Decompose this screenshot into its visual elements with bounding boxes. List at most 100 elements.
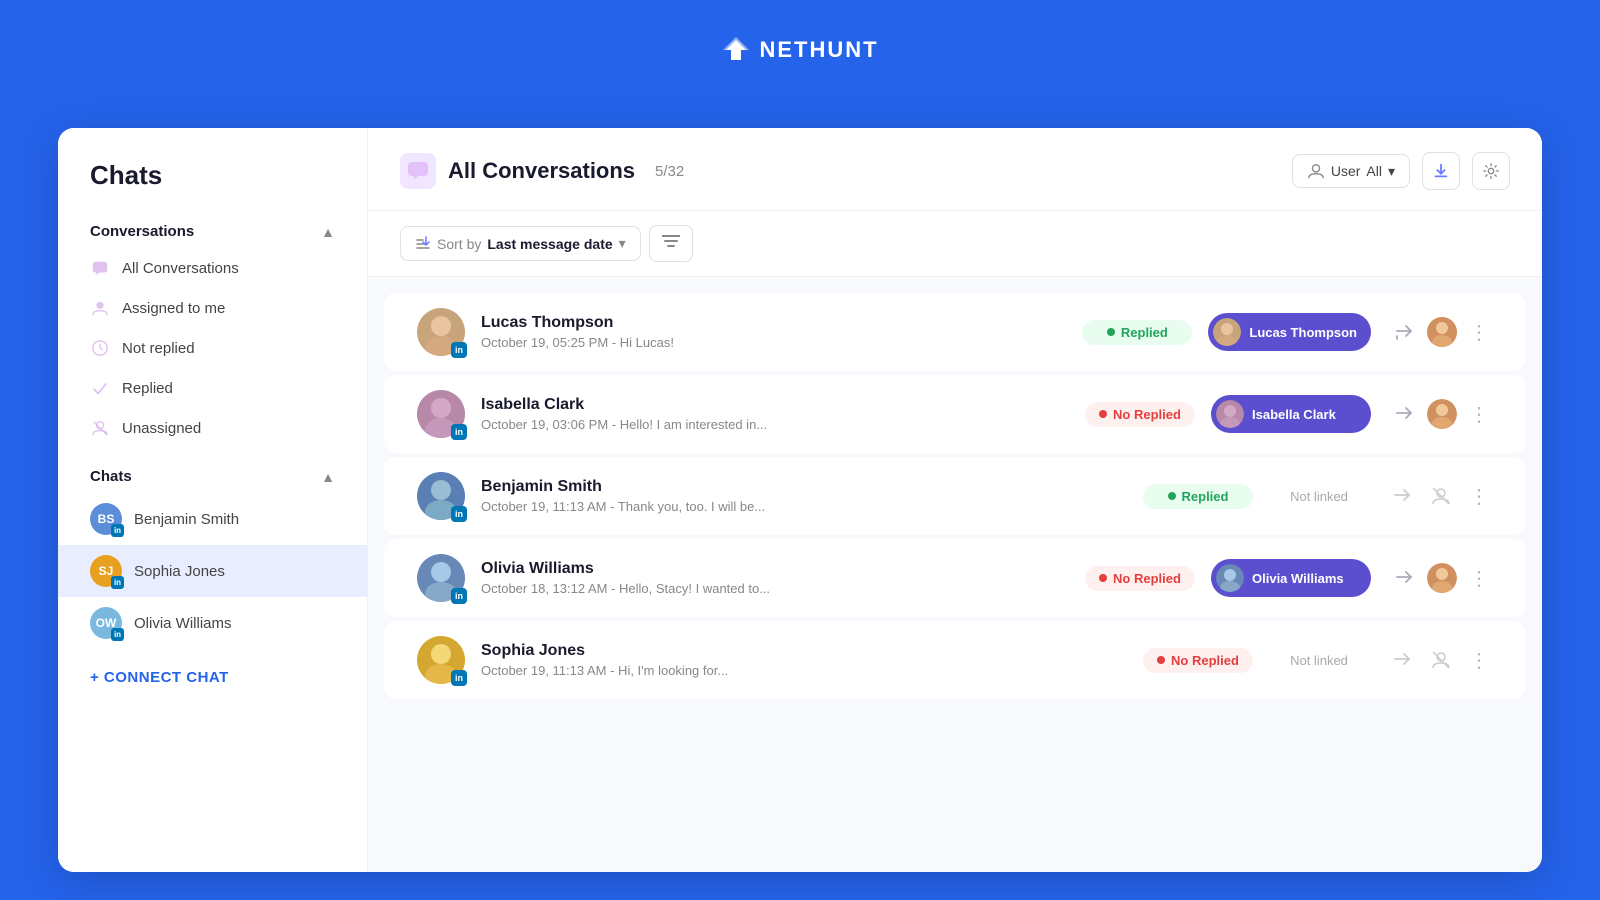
isabella-clark-preview: October 19, 03:06 PM - Hello! I am inter… [481, 417, 1069, 432]
more-options-icon[interactable]: ⋮ [1465, 402, 1493, 427]
page-title: All Conversations [448, 158, 635, 184]
more-options-icon[interactable]: ⋮ [1465, 320, 1493, 345]
conversation-row-isabella-clark[interactable]: in Isabella Clark October 19, 03:06 PM -… [384, 375, 1526, 453]
sidebar-item-not-replied[interactable]: Not replied [58, 328, 367, 368]
sophia-jones-label: Sophia Jones [134, 563, 225, 580]
main-content: All Conversations 5/32 User All ▾ [368, 128, 1542, 872]
status-label: Replied [1121, 325, 1168, 340]
olivia-assigned-badge: Olivia Williams [1211, 559, 1371, 597]
isabella-status-badge: No Replied [1085, 402, 1195, 427]
forward-icon[interactable] [1387, 398, 1419, 430]
sophia-jones-info: Sophia Jones October 19, 11:13 AM - Hi, … [481, 642, 1127, 678]
sidebar-item-olivia-williams[interactable]: OW in Olivia Williams [58, 597, 367, 649]
logo-icon [721, 35, 751, 65]
linkedin-badge: in [451, 342, 467, 358]
olivia-williams-name: Olivia Williams [481, 560, 1069, 578]
forward-icon[interactable] [1387, 562, 1419, 594]
filter-button[interactable] [649, 225, 693, 262]
status-label: No Replied [1113, 407, 1181, 422]
download-button[interactable] [1422, 152, 1460, 190]
chats-chevron-icon: ▲ [321, 469, 335, 485]
status-dot [1107, 328, 1115, 336]
conversation-row-benjamin-smith[interactable]: in Benjamin Smith October 19, 11:13 AM -… [384, 457, 1526, 535]
user-filter-value: All [1366, 163, 1382, 179]
conversations-icon [400, 153, 436, 189]
sidebar-item-assigned-to-me[interactable]: Assigned to me [58, 288, 367, 328]
linkedin-badge: in [111, 628, 124, 641]
olivia-status-badge: No Replied [1085, 566, 1195, 591]
chats-section-label: Chats [90, 468, 132, 485]
more-options-icon[interactable]: ⋮ [1465, 484, 1493, 509]
user-filter[interactable]: User All ▾ [1292, 154, 1410, 188]
sidebar-item-replied[interactable]: Replied [58, 368, 367, 408]
conversation-row-olivia-williams[interactable]: in Olivia Williams October 18, 13:12 AM … [384, 539, 1526, 617]
sophia-jones-avatar: in [417, 636, 465, 684]
user-filter-label: User [1331, 163, 1361, 179]
user-filter-chevron-icon: ▾ [1388, 163, 1395, 180]
isabella-assigned-badge: Isabella Clark [1211, 395, 1371, 433]
settings-button[interactable] [1472, 152, 1510, 190]
connect-chat-button[interactable]: + CONNECT CHAT [58, 657, 367, 698]
more-options-icon[interactable]: ⋮ [1465, 566, 1493, 591]
isabella-clark-name: Isabella Clark [481, 396, 1069, 414]
person-icon [90, 298, 110, 318]
assigned-to-me-label: Assigned to me [122, 300, 225, 317]
benjamin-smith-avatar: BS in [90, 503, 122, 535]
no-user-icon [1425, 480, 1457, 512]
header-right: User All ▾ [1292, 152, 1510, 190]
sophia-jones-preview: October 19, 11:13 AM - Hi, I'm looking f… [481, 663, 1127, 678]
header-count: 5/32 [655, 163, 684, 180]
sidebar-item-benjamin-smith[interactable]: BS in Benjamin Smith [58, 493, 367, 545]
conversation-row-sophia-jones[interactable]: in Sophia Jones October 19, 11:13 AM - H… [384, 621, 1526, 699]
sophia-status-badge: No Replied [1143, 648, 1253, 673]
assigned-name: Isabella Clark [1252, 407, 1336, 422]
header-left: All Conversations 5/32 [400, 153, 684, 189]
linkedin-badge: in [451, 424, 467, 440]
isabella-actions: ⋮ [1387, 398, 1493, 430]
linkedin-badge: in [111, 524, 124, 537]
logo-text: NETHUNT [759, 37, 878, 63]
status-dot [1157, 656, 1165, 664]
status-dot [1099, 574, 1107, 582]
benjamin-actions: ⋮ [1385, 480, 1493, 512]
no-user-icon [1425, 644, 1457, 676]
lucas-thompson-avatar: in [417, 308, 465, 356]
conversations-section-header[interactable]: Conversations ▲ [58, 215, 367, 248]
olivia-williams-label: Olivia Williams [134, 615, 232, 632]
connect-chat-label: + CONNECT CHAT [90, 669, 229, 686]
forward-icon[interactable] [1385, 644, 1417, 676]
logo: NETHUNT [721, 35, 878, 65]
more-options-icon[interactable]: ⋮ [1465, 648, 1493, 673]
chats-section-header[interactable]: Chats ▲ [58, 460, 367, 493]
sidebar-item-sophia-jones[interactable]: SJ in Sophia Jones [58, 545, 367, 597]
olivia-williams-avatar: in [417, 554, 465, 602]
olivia-williams-preview: October 18, 13:12 AM - Hello, Stacy! I w… [481, 581, 1069, 596]
isabella-clark-info: Isabella Clark October 19, 03:06 PM - He… [481, 396, 1069, 432]
assigned-avatar [1216, 400, 1244, 428]
lucas-assigned-badge: Lucas Thompson [1208, 313, 1371, 351]
chat-icon [90, 258, 110, 278]
replied-label: Replied [122, 380, 173, 397]
olivia-williams-info: Olivia Williams October 18, 13:12 AM - H… [481, 560, 1069, 596]
assigned-name: Lucas Thompson [1249, 325, 1357, 340]
benjamin-smith-preview: October 19, 11:13 AM - Thank you, too. I… [481, 499, 1127, 514]
sidebar-item-unassigned[interactable]: Unassigned [58, 408, 367, 448]
benjamin-smith-label: Benjamin Smith [134, 511, 239, 528]
status-dot [1099, 410, 1107, 418]
check-icon [90, 378, 110, 398]
olivia-williams-avatar: OW in [90, 607, 122, 639]
forward-icon[interactable] [1385, 480, 1417, 512]
lucas-thompson-preview: October 19, 05:25 PM - Hi Lucas! [481, 335, 1066, 350]
sort-button[interactable]: Sort by Last message date ▾ [400, 226, 641, 261]
content-header: All Conversations 5/32 User All ▾ [368, 128, 1542, 211]
benjamin-smith-info: Benjamin Smith October 19, 11:13 AM - Th… [481, 478, 1127, 514]
conversations-section-label: Conversations [90, 223, 194, 240]
sophia-not-linked: Not linked [1269, 653, 1369, 668]
forward-icon[interactable] [1387, 316, 1419, 348]
sidebar-item-all-conversations[interactable]: All Conversations [58, 248, 367, 288]
assigned-avatar [1213, 318, 1241, 346]
lucas-thompson-name: Lucas Thompson [481, 314, 1066, 332]
assigned-avatar [1216, 564, 1244, 592]
conversation-row-lucas-thompson[interactable]: in Lucas Thompson October 19, 05:25 PM -… [384, 293, 1526, 371]
isabella-clark-avatar: in [417, 390, 465, 438]
